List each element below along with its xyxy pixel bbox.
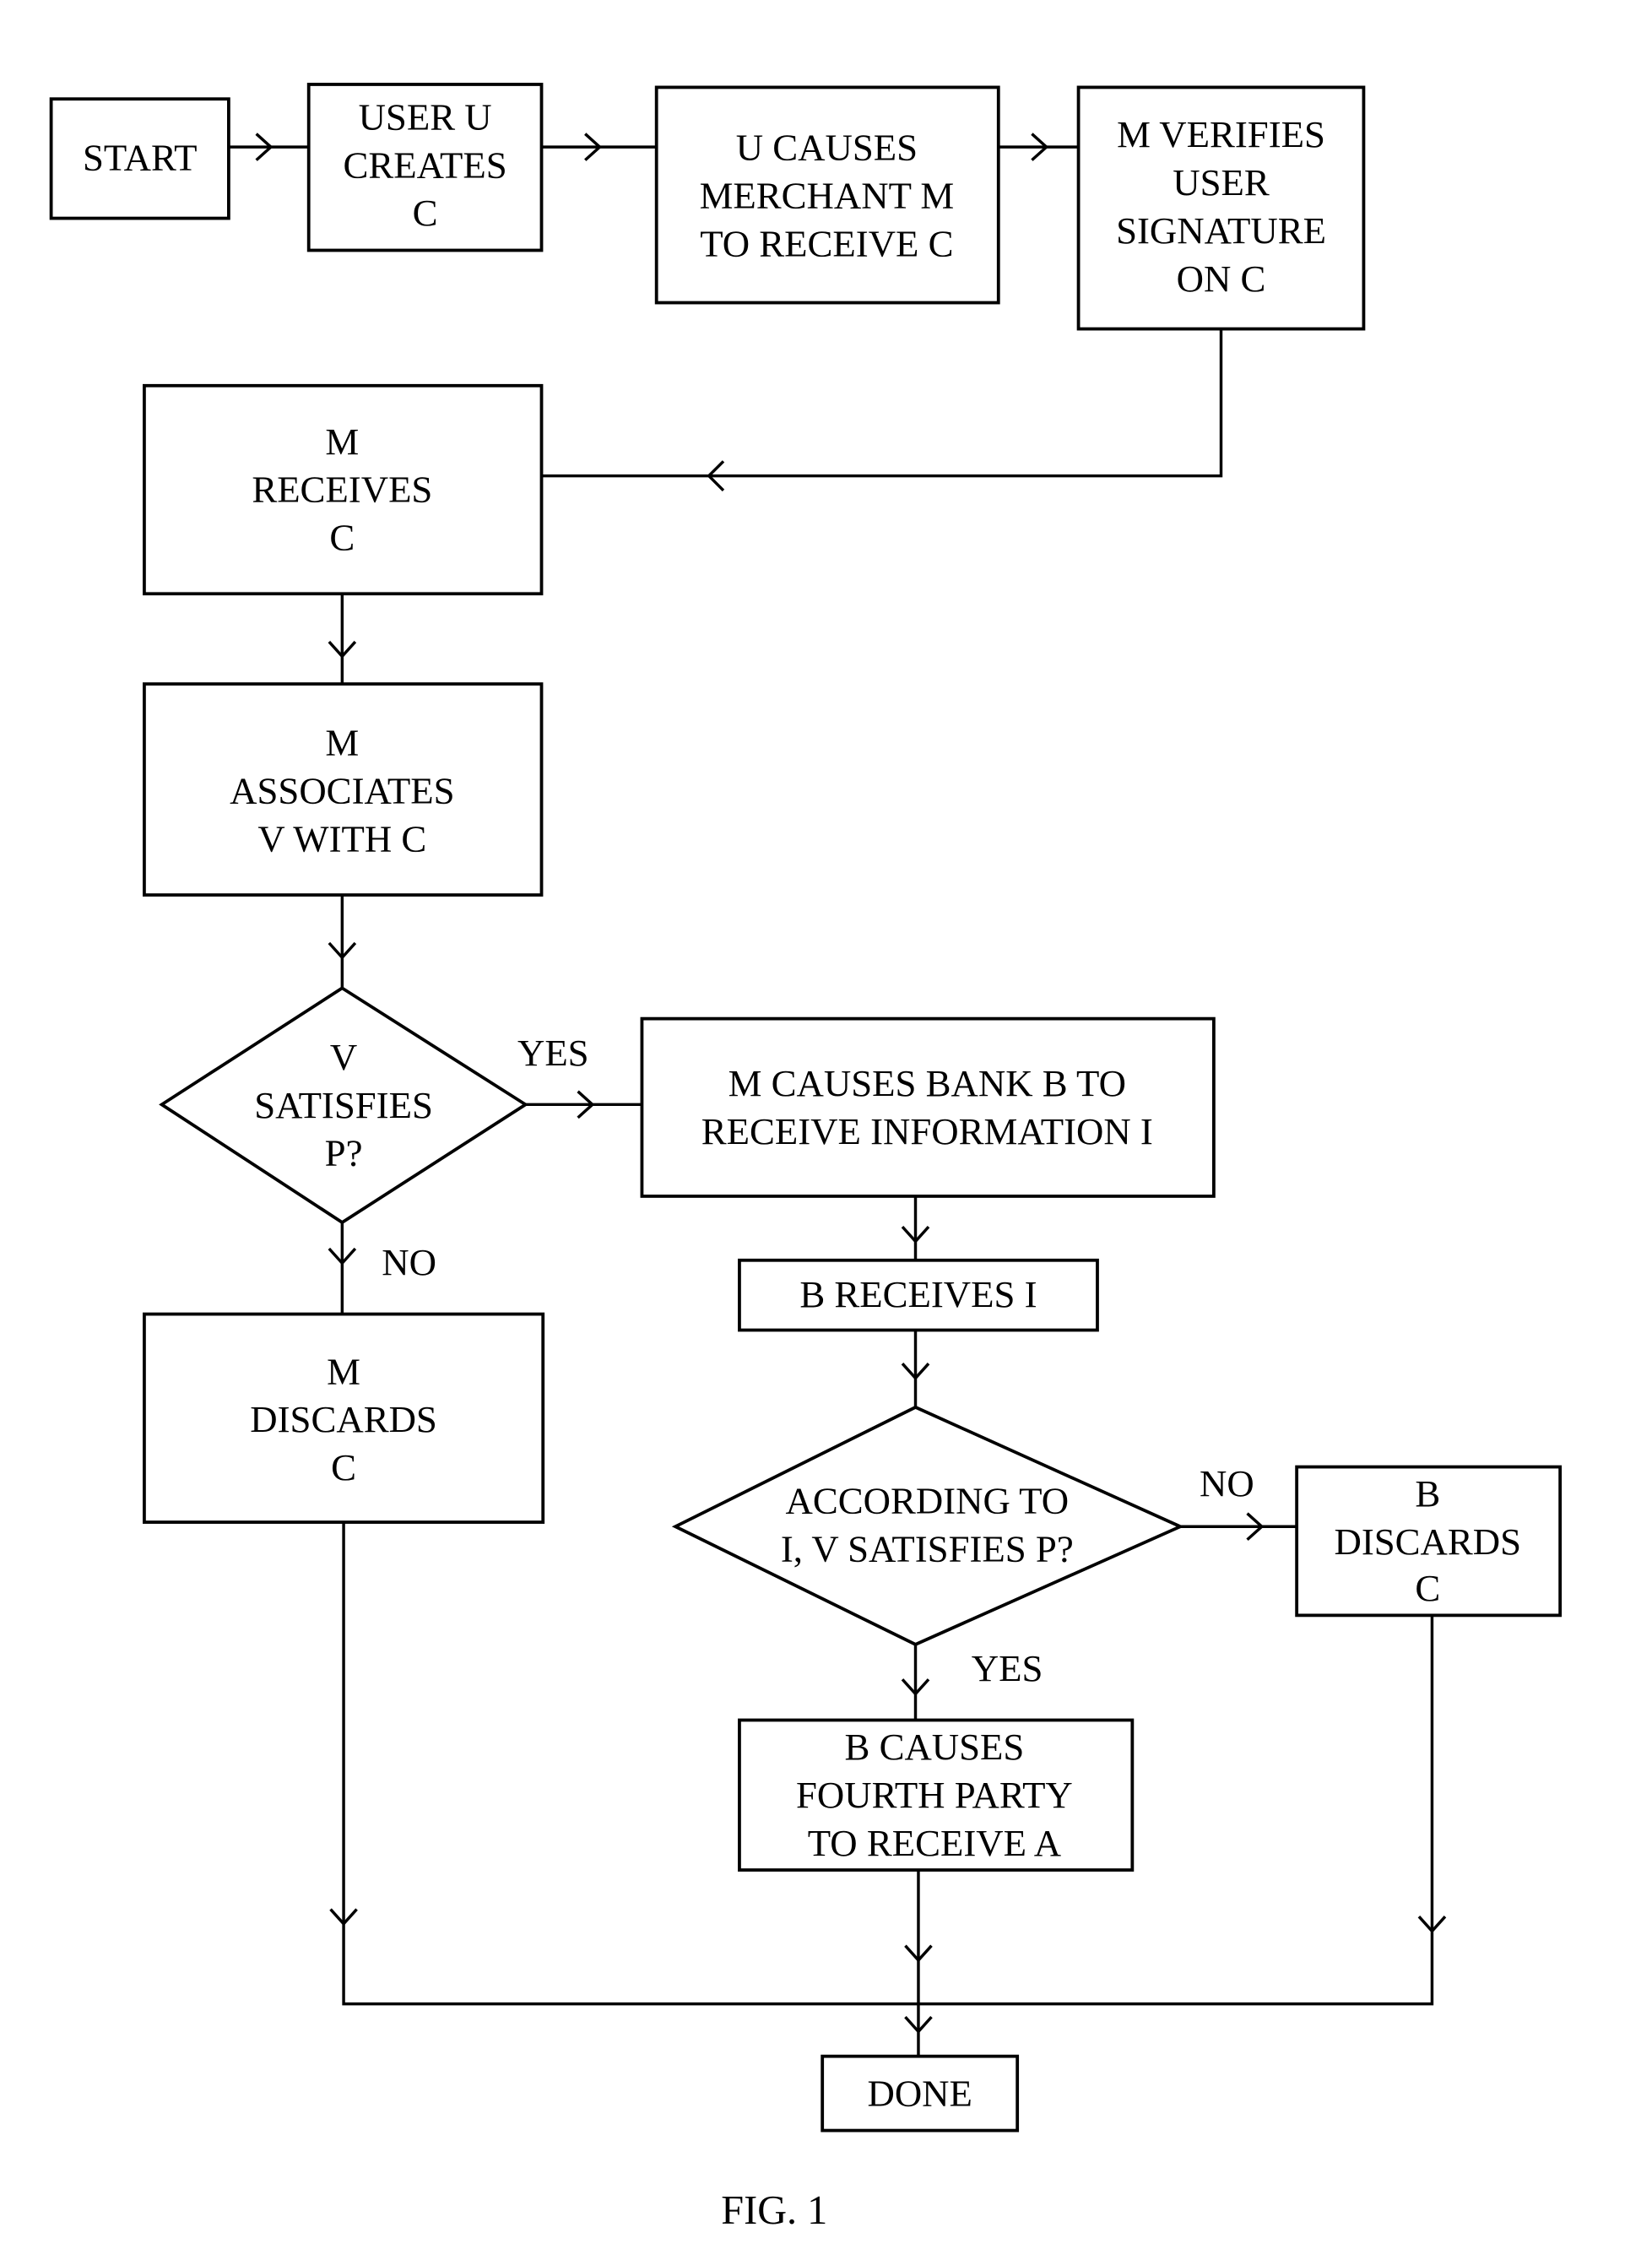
node-line: ON C (1177, 257, 1266, 300)
node-line: M VERIFIES (1117, 113, 1325, 155)
edge-i-no: NO (1180, 1462, 1297, 1542)
node-v-satisfies: V SATISFIES P? (159, 986, 529, 1225)
node-line: ACCORDING TO (785, 1480, 1069, 1522)
edge-v-no: NO (328, 1222, 436, 1314)
node-line: MERCHANT M (700, 174, 955, 216)
node-line: B RECEIVES I (799, 1273, 1037, 1315)
node-start: START (49, 97, 230, 220)
node-line: DISCARDS (250, 1398, 437, 1440)
node-line: TO RECEIVE C (700, 222, 953, 264)
edge-receives-to-associates (328, 593, 357, 685)
edge-start-to-create (228, 133, 309, 161)
node-start-line: START (83, 137, 198, 179)
edge-associates-to-decision (328, 895, 357, 989)
edge-fourth-to-done (904, 1870, 933, 2057)
node-line: RECEIVE INFORMATION I (701, 1110, 1153, 1152)
node-b-discards: B DISCARDS C (1295, 1465, 1563, 1618)
node-m-verifies: M VERIFIES USER SIGNATURE ON C (1076, 85, 1366, 331)
edge-breceives-to-decision (901, 1330, 930, 1407)
node-line: DISCARDS (1334, 1520, 1521, 1563)
flowchart: START USER U CREATES C U CAUSES MERCHANT… (49, 83, 1563, 2233)
node-m-receives: M RECEIVES C (143, 383, 544, 596)
node-line: ASSOCIATES (230, 770, 454, 812)
edge-create-to-ucauses (541, 133, 657, 161)
node-user-creates: USER U CREATES C (306, 83, 544, 252)
edge-label-no: NO (382, 1241, 436, 1283)
node-line: C (331, 1446, 356, 1488)
node-done: DONE (821, 2054, 1020, 2133)
node-b-receives: B RECEIVES I (738, 1258, 1099, 1332)
node-line: V (330, 1036, 357, 1078)
edge-ucauses-to-verifies (998, 133, 1079, 161)
node-line: CREATES (344, 144, 507, 186)
node-line: V WITH C (257, 817, 426, 859)
node-line: SATISFIES (254, 1084, 433, 1126)
edge-bank-to-breceives (901, 1195, 930, 1260)
edge-verifies-to-receives (541, 328, 1223, 492)
node-u-causes: U CAUSES MERCHANT M TO RECEIVE C (654, 85, 1000, 305)
edge-label-no: NO (1200, 1462, 1254, 1504)
node-m-discards: M DISCARDS C (143, 1312, 545, 1524)
node-line: C (413, 192, 438, 234)
figure-caption: FIG. 1 (721, 2188, 827, 2233)
edge-i-yes: YES (901, 1644, 1043, 1721)
node-line: FOURTH PARTY (796, 1774, 1073, 1816)
node-line: DONE (867, 2072, 972, 2114)
node-line: C (1415, 1567, 1440, 1609)
node-line: P? (325, 1132, 363, 1174)
node-line: RECEIVES (252, 469, 432, 511)
node-line: I, V SATISFIES P? (781, 1528, 1074, 1570)
node-line: USER U (359, 95, 492, 138)
node-line: B (1415, 1472, 1440, 1515)
node-line: M (327, 1350, 360, 1392)
edge-label-yes: YES (972, 1647, 1043, 1689)
node-line: M (325, 722, 359, 764)
node-line: TO RECEIVE A (808, 1822, 1062, 1864)
node-line: M (325, 420, 359, 463)
edge-label-yes: YES (517, 1032, 589, 1074)
node-m-associates: M ASSOCIATES V WITH C (143, 682, 544, 897)
node-m-causes-bank: M CAUSES BANK B TO RECEIVE INFORMATION I (640, 1016, 1216, 1198)
node-b-causes-fourth: B CAUSES FOURTH PARTY TO RECEIVE A (738, 1718, 1135, 1872)
node-line: SIGNATURE (1116, 209, 1326, 252)
node-line: C (329, 517, 355, 559)
node-line: USER (1173, 161, 1270, 203)
node-line: U CAUSES (736, 127, 918, 169)
node-line: B CAUSES (844, 1726, 1024, 1768)
edge-v-yes: YES (517, 1032, 642, 1119)
node-according-to-i: ACCORDING TO I, V SATISFIES P? (671, 1405, 1184, 1646)
node-line: M CAUSES BANK B TO (729, 1062, 1126, 1104)
